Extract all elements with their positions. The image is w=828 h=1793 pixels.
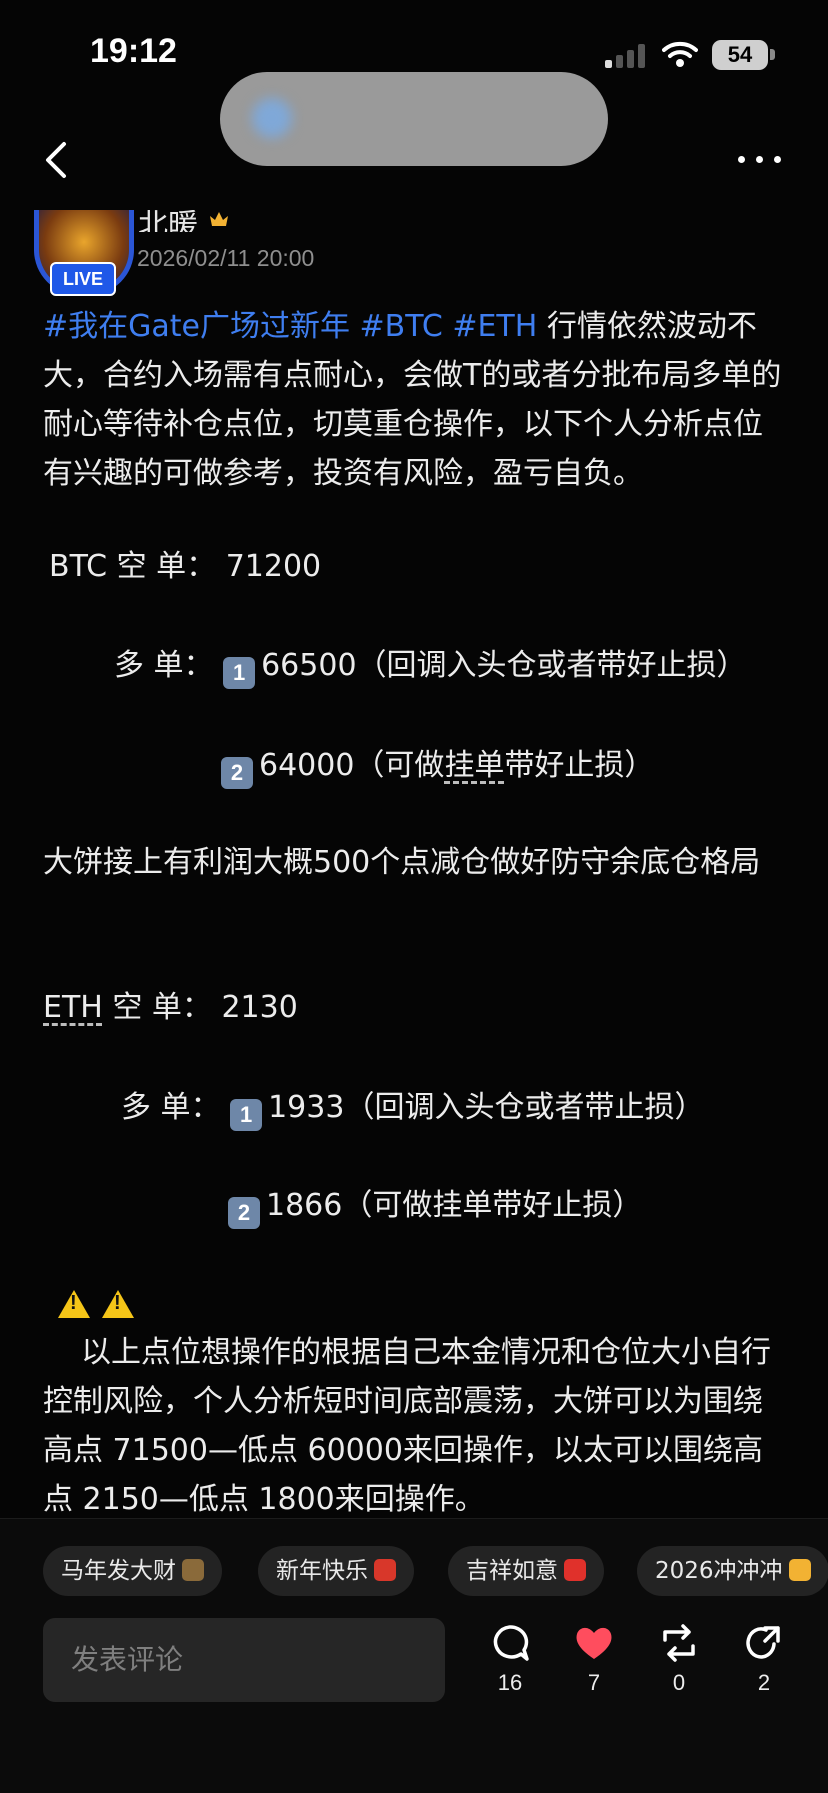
firecracker-emoji-icon bbox=[374, 1559, 396, 1581]
battery-indicator: 54 bbox=[712, 40, 768, 70]
warning-icon bbox=[102, 1290, 134, 1318]
author-name[interactable]: 北暖 bbox=[138, 210, 198, 232]
keycap-one-icon: 1 bbox=[230, 1099, 263, 1131]
share-button[interactable]: 2 bbox=[736, 1624, 792, 1696]
eth-symbol-link[interactable]: ETH bbox=[43, 990, 103, 1025]
like-button[interactable]: 7 bbox=[566, 1624, 622, 1696]
live-badge: LIVE bbox=[50, 262, 116, 296]
btc-long-label: 多 单： bbox=[114, 648, 214, 683]
hashtag-link[interactable]: #ETH bbox=[452, 309, 537, 344]
horse-emoji-icon bbox=[182, 1559, 204, 1581]
post-intro: #我在Gate广场过新年 #BTC #ETH 行情依然波动不大，合约入场需有点耐… bbox=[43, 302, 788, 498]
author-name-container[interactable]: 北暖 bbox=[138, 210, 198, 232]
btc-short-line: BTC 空 单： 71200 bbox=[49, 549, 322, 584]
eth-long-line-2: 2 1866（可做挂单带好止损） bbox=[228, 1181, 828, 1230]
keycap-two-icon: 2 bbox=[221, 757, 253, 789]
hashtag-link[interactable]: #我在Gate广场过新年 bbox=[43, 309, 350, 344]
cellular-signal-icon bbox=[605, 44, 647, 68]
warning-icon bbox=[58, 1290, 90, 1318]
blurred-profile-pill[interactable] bbox=[220, 72, 608, 166]
btc-long-2-text-c: 带好止损） bbox=[504, 748, 655, 783]
warning-icons bbox=[58, 1290, 146, 1320]
btc-long-2-text-a: 64000（可做 bbox=[259, 748, 445, 783]
btc-long-line-1: 多 单： 1 66500（回调入头仓或者带好止损） bbox=[114, 641, 828, 690]
btc-long-line-2: 2 64000（可做挂单带好止损） bbox=[221, 741, 828, 790]
repost-icon bbox=[663, 1624, 695, 1662]
btc-long-2-highlight[interactable]: 挂单 bbox=[444, 748, 504, 783]
blurred-avatar-icon bbox=[252, 98, 292, 138]
comment-button[interactable]: 16 bbox=[482, 1624, 538, 1696]
btc-long-1-text: 66500（回调入头仓或者带好止损） bbox=[261, 648, 747, 683]
comment-bubble-icon bbox=[493, 1625, 529, 1661]
like-count: 7 bbox=[587, 1670, 601, 1695]
author-avatar[interactable]: LIVE bbox=[28, 210, 134, 296]
keycap-two-icon: 2 bbox=[228, 1197, 260, 1229]
more-options-icon[interactable] bbox=[738, 156, 782, 166]
chip-label: 吉祥如意 bbox=[466, 1558, 558, 1584]
heart-icon bbox=[576, 1627, 612, 1659]
chip-label: 新年快乐 bbox=[276, 1558, 368, 1584]
chip-label: 2026冲冲冲 bbox=[655, 1558, 783, 1584]
share-arrow-icon bbox=[746, 1626, 780, 1659]
eth-long-1-text: 1933（回调入头仓或者带止损） bbox=[268, 1090, 705, 1125]
wifi-icon bbox=[662, 41, 698, 67]
post-closing: 以上点位想操作的根据自己本金情况和仓位大小自行控制风险，个人分析短时间底部震荡，… bbox=[43, 1335, 771, 1517]
eth-short-line: ETH 空 单： 2130 bbox=[43, 983, 788, 1032]
quick-reply-chip[interactable]: 新年快乐 bbox=[258, 1546, 414, 1596]
eth-long-line-1: 多 单： 1 1933（回调入头仓或者带止损） bbox=[121, 1083, 828, 1132]
comment-count: 16 bbox=[497, 1670, 523, 1695]
verified-crown-icon bbox=[210, 212, 228, 226]
back-arrow-icon[interactable] bbox=[40, 140, 74, 180]
post-date: 2026/02/11 20:00 bbox=[137, 245, 315, 271]
chip-label: 马年发大财 bbox=[61, 1558, 176, 1584]
quick-reply-chip[interactable]: 2026冲冲冲 bbox=[637, 1546, 828, 1596]
eth-long-label: 多 单： bbox=[121, 1090, 221, 1125]
repost-button[interactable]: 0 bbox=[651, 1624, 707, 1696]
eth-short-text: 空 单： 2130 bbox=[102, 990, 298, 1025]
status-time: 19:12 bbox=[90, 32, 177, 70]
quick-reply-chip[interactable]: 吉祥如意 bbox=[448, 1546, 604, 1596]
fist-emoji-icon bbox=[788, 1559, 811, 1581]
hashtag-link[interactable]: #BTC bbox=[360, 309, 443, 344]
btc-note: 大饼接上有利润大概500个点减仓做好防守余底仓格局 bbox=[43, 845, 761, 880]
keycap-one-icon: 1 bbox=[223, 657, 256, 689]
share-count: 2 bbox=[757, 1670, 771, 1695]
red-envelope-emoji-icon bbox=[564, 1559, 586, 1581]
repost-count: 0 bbox=[672, 1670, 686, 1695]
comment-input[interactable]: 发表评论 bbox=[43, 1618, 445, 1702]
battery-tip bbox=[770, 49, 775, 60]
quick-reply-chip[interactable]: 马年发大财 bbox=[43, 1546, 222, 1596]
eth-long-2-text: 1866（可做挂单带好止损） bbox=[266, 1188, 643, 1223]
